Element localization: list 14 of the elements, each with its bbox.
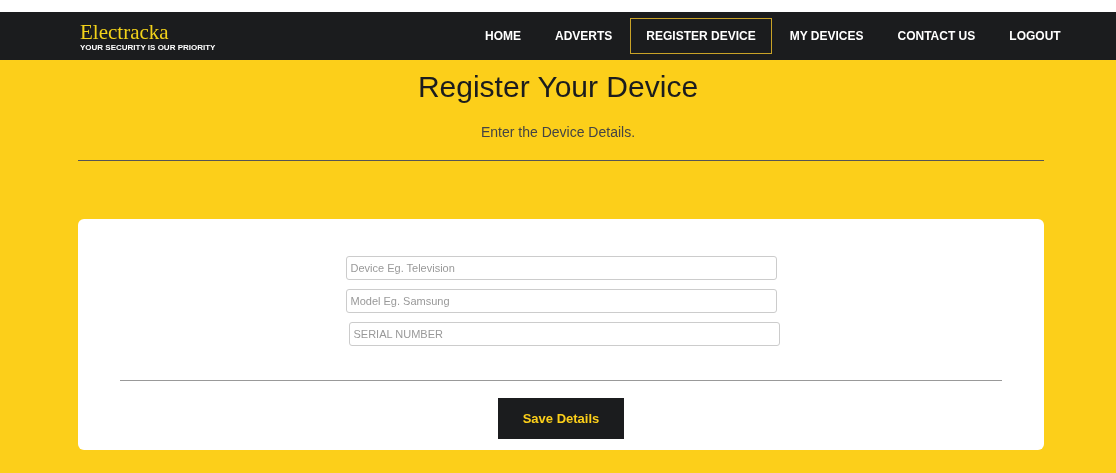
nav-link[interactable]: REGISTER DEVICE [630,18,772,54]
save-details-button[interactable]: Save Details [498,398,624,439]
page-heading: Register Your Device [417,69,699,105]
nav-link[interactable]: ADVERTS [539,18,629,54]
input-field[interactable]: Model Eg. Samsung [345,289,777,313]
nav-link[interactable]: LOGOUT [993,18,1077,54]
nav-link[interactable]: CONTACT US [881,18,992,54]
brand-tagline: YOUR SECURITY IS OUR PRIORITY [80,42,216,52]
brand-logo[interactable]: Electracka [80,20,169,43]
page-subheading: Enter the Device Details. [480,123,636,142]
input-field[interactable]: Device Eg. Television [345,256,777,280]
nav-link[interactable]: MY DEVICES [773,18,880,54]
input-field[interactable]: SERIAL NUMBER [348,322,780,346]
nav-link[interactable]: HOME [469,18,537,54]
